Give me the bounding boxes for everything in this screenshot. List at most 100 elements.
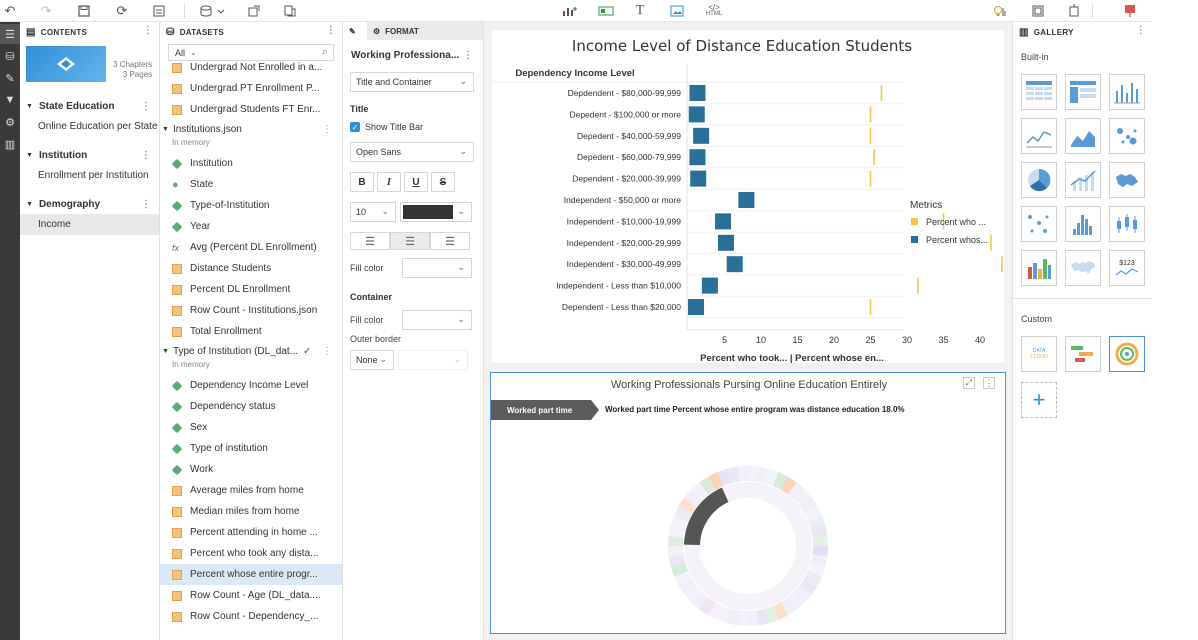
insert-visualization-icon[interactable] (560, 2, 580, 20)
contents-icon[interactable]: ☰ (0, 24, 20, 44)
dataset-field[interactable]: ● State (160, 174, 342, 195)
insert-image-icon[interactable] (668, 2, 686, 20)
present-icon[interactable] (1122, 2, 1138, 20)
dataset-field[interactable]: Median miles from home (160, 501, 342, 522)
chevron-down-icon[interactable]: ⌄ (190, 48, 197, 57)
datasets-icon[interactable]: ⛁ (0, 46, 20, 66)
insert-html-icon[interactable]: </> HTML (704, 2, 724, 20)
more-icon[interactable]: ⋮ (326, 25, 336, 36)
font-color-picker[interactable]: ⌄ (400, 202, 472, 222)
dataset-search[interactable]: All ⌄ ⌕ (168, 44, 334, 61)
more-icon[interactable]: ⋮ (141, 101, 151, 112)
more-icon[interactable]: ⋮ (322, 346, 332, 357)
strikethrough-button[interactable]: S (431, 172, 455, 192)
dataset-field[interactable]: Percent who took any dista... (160, 543, 342, 564)
donut-chart[interactable] (491, 421, 1007, 633)
dataset-field[interactable]: Percent attending in home ... (160, 522, 342, 543)
page-online-education[interactable]: Online Education per State (20, 116, 159, 137)
kpi-icon[interactable]: $123 (1109, 250, 1145, 286)
dataset-field[interactable]: Type of institution (160, 438, 342, 459)
more-icon[interactable]: ⋮ (141, 150, 151, 161)
dataset-field[interactable]: Dependency Income Level (160, 375, 342, 396)
dataset-field[interactable]: Sex (160, 417, 342, 438)
more-icon[interactable]: ⋮ (463, 50, 473, 61)
undo-icon[interactable]: ↶ (2, 2, 18, 20)
heatmap-icon[interactable] (1021, 250, 1057, 286)
dataset-field[interactable]: Total Enrollment (160, 321, 342, 342)
dataset-group-type-of-institution[interactable]: ▼ Type of Institution (DL_dat... ✓ ⋮ (160, 342, 342, 360)
format-icon[interactable]: ⚙ (0, 112, 20, 132)
container-fill-picker[interactable]: ⌄ (402, 310, 472, 330)
dataset-field[interactable]: Institution (160, 153, 342, 174)
save-as-icon[interactable] (150, 2, 168, 20)
bubble-chart-icon[interactable] (1109, 118, 1145, 154)
maximize-icon[interactable]: ⤢ (963, 377, 975, 389)
insert-filter-icon[interactable] (596, 2, 616, 20)
crosstab-icon[interactable] (1065, 74, 1101, 110)
refresh-icon[interactable]: ⟳ (114, 2, 130, 20)
show-title-bar-checkbox[interactable]: ✓ (350, 122, 360, 132)
collapse-icon[interactable]: ▼ (162, 348, 169, 355)
tips-icon[interactable] (992, 2, 1008, 20)
align-left-icon[interactable]: ☰ (350, 232, 390, 250)
collapse-icon[interactable]: ▼ (26, 103, 33, 110)
more-icon[interactable]: ⋮ (983, 377, 995, 389)
network-icon[interactable] (1021, 206, 1057, 242)
dataset-field[interactable]: Percent DL Enrollment (160, 279, 342, 300)
map-icon[interactable] (1109, 162, 1145, 198)
pie-chart-icon[interactable] (1021, 162, 1057, 198)
show-title-bar-row[interactable]: ✓ Show Title Bar (343, 122, 483, 132)
dataset-field[interactable]: Dependency status (160, 396, 342, 417)
chapter-institution[interactable]: ▼ Institution ⋮ (20, 145, 159, 165)
dataset-field[interactable]: fx Avg (Percent DL Enrollment) (160, 237, 342, 258)
world-map-icon[interactable] (1065, 250, 1101, 286)
share-icon[interactable] (1066, 2, 1082, 20)
radial-icon[interactable] (1109, 336, 1145, 372)
duplicate-icon[interactable] (282, 2, 298, 20)
font-size-select[interactable]: 10 ⌄ (350, 202, 396, 222)
working-professionals-visualization[interactable]: Working Professionals Pursing Online Edu… (490, 372, 1006, 634)
fill-color-picker[interactable]: ⌄ (402, 258, 472, 278)
data-cloud-icon[interactable]: DATA CLOUD (1021, 336, 1057, 372)
font-family-select[interactable]: Open Sans ⌄ (350, 142, 474, 162)
page-enrollment[interactable]: Enrollment per Institution (20, 165, 159, 186)
dataset-field[interactable]: Row Count - Dependency_... (160, 606, 342, 627)
italic-button[interactable]: I (377, 172, 401, 192)
area-chart-icon[interactable] (1065, 118, 1101, 154)
histogram-icon[interactable] (1065, 206, 1101, 242)
editor-tab[interactable]: ✎ (343, 22, 367, 40)
dataset-field[interactable]: Year (160, 216, 342, 237)
collapse-icon[interactable]: ▼ (26, 201, 33, 208)
dossier-thumbnail[interactable] (26, 46, 106, 82)
collapse-icon[interactable]: ▼ (162, 126, 169, 133)
combo-chart-icon[interactable] (1065, 162, 1101, 198)
underline-button[interactable]: U (404, 172, 428, 192)
dataset-field[interactable]: Work (160, 459, 342, 480)
bar-chart-icon[interactable] (1109, 74, 1145, 110)
dataset-field[interactable]: Row Count - Institutions.json (160, 300, 342, 321)
dataset-field[interactable]: Percent whose entire progr... (160, 564, 342, 585)
dataset-field[interactable]: Undergrad Students FT Enr... (160, 99, 342, 120)
dataset-field[interactable]: Undergrad PT Enrollment P... (160, 78, 342, 99)
collapse-icon[interactable]: ▼ (26, 152, 33, 159)
dataset-group-institutions[interactable]: ▼ Institutions.json ⋮ (160, 120, 342, 138)
more-icon[interactable]: ⋮ (322, 124, 332, 135)
income-level-visualization[interactable]: Income Level of Distance Education Stude… (492, 30, 1022, 364)
more-icon[interactable]: ⋮ (143, 25, 153, 36)
save-icon[interactable] (76, 2, 92, 20)
gallery-icon[interactable]: ▥ (0, 134, 20, 154)
add-data-icon[interactable] (196, 2, 230, 20)
export-icon[interactable] (246, 2, 262, 20)
chapter-demography[interactable]: ▼ Demography ⋮ (20, 194, 159, 214)
dataset-field[interactable]: Distance Students (160, 258, 342, 279)
insert-text-icon[interactable]: T (632, 2, 648, 20)
align-center-icon[interactable]: ☰ (390, 232, 430, 250)
format-element-select[interactable]: Title and Container ⌄ (350, 72, 474, 92)
align-right-icon[interactable]: ☰ (430, 232, 470, 250)
format-tab[interactable]: ⚙ FORMAT (367, 22, 483, 40)
line-chart-icon[interactable] (1021, 118, 1057, 154)
chapter-state-education[interactable]: ▼ State Education ⋮ (20, 96, 159, 116)
editor-icon[interactable]: ✎ (0, 68, 20, 88)
search-icon[interactable]: ⌕ (322, 46, 328, 59)
filter-icon[interactable]: ▼ (0, 90, 20, 110)
